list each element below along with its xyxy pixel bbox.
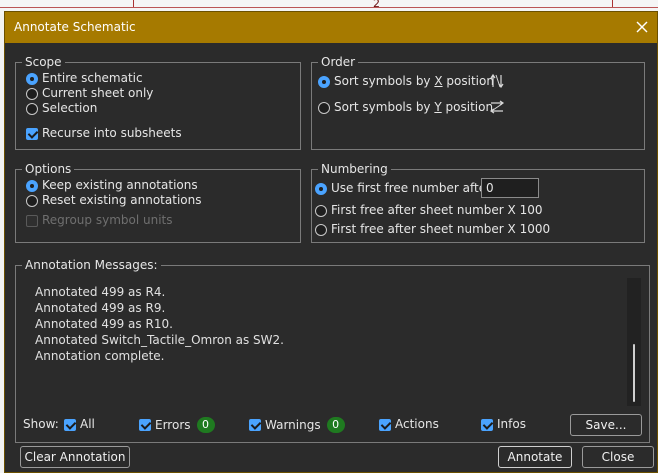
radio-indicator bbox=[26, 194, 38, 207]
radio-indicator bbox=[315, 223, 327, 236]
regroup-symbol-units-checkbox: Regroup symbol units bbox=[26, 213, 173, 228]
checkbox-label: All bbox=[80, 417, 95, 431]
sort-by-x-radio[interactable]: Sort symbols by X position bbox=[318, 74, 494, 89]
show-actions-checkbox[interactable]: Actions bbox=[379, 417, 439, 432]
messages-list: Annotated 499 as R4. Annotated 499 as R9… bbox=[35, 284, 627, 404]
show-label: Show: bbox=[23, 417, 59, 431]
radio-label: Entire schematic bbox=[42, 71, 143, 85]
show-errors-checkbox[interactable]: Errors 0 bbox=[139, 417, 215, 433]
reset-existing-annotations-radio[interactable]: Reset existing annotations bbox=[26, 193, 201, 208]
radio-indicator bbox=[26, 179, 38, 192]
warnings-count-badge: 0 bbox=[326, 417, 345, 433]
radio-label: Keep existing annotations bbox=[42, 178, 198, 192]
radio-indicator bbox=[318, 75, 330, 88]
checkbox-indicator bbox=[26, 214, 38, 227]
scope-entire-schematic-radio[interactable]: Entire schematic bbox=[26, 71, 143, 86]
radio-label: Sort symbols by X position bbox=[334, 74, 494, 88]
scrollbar-thumb[interactable] bbox=[633, 344, 635, 402]
radio-label: Sort symbols by Y position bbox=[334, 100, 494, 114]
scope-selection-radio[interactable]: Selection bbox=[26, 101, 97, 116]
errors-count-badge: 0 bbox=[196, 417, 215, 433]
first-free-x1000-radio[interactable]: First free after sheet number X 1000 bbox=[315, 222, 550, 237]
radio-indicator bbox=[26, 102, 38, 115]
save-messages-button[interactable]: Save... bbox=[570, 414, 642, 436]
show-warnings-checkbox[interactable]: Warnings 0 bbox=[249, 417, 345, 433]
use-first-free-number-radio[interactable]: Use first free number after: bbox=[315, 181, 495, 196]
order-legend: Order bbox=[318, 55, 359, 69]
radio-label: Use first free number after: bbox=[331, 181, 495, 195]
radio-label: Reset existing annotations bbox=[42, 193, 202, 207]
close-window-button[interactable] bbox=[629, 14, 655, 40]
checkbox-indicator bbox=[139, 419, 151, 431]
dialog-title: Annotate Schematic bbox=[14, 20, 136, 34]
checkbox-label: Errors bbox=[155, 417, 191, 432]
sort-by-y-icon bbox=[489, 99, 505, 118]
first-free-x100-radio[interactable]: First free after sheet number X 100 bbox=[315, 203, 542, 218]
annotation-messages-panel: Annotation Messages: Annotated 499 as R4… bbox=[15, 258, 650, 443]
title-bar: Annotate Schematic bbox=[5, 12, 657, 43]
message-line: Annotated 499 as R9. bbox=[35, 301, 166, 315]
show-infos-checkbox[interactable]: Infos bbox=[481, 417, 526, 432]
sort-by-x-icon bbox=[489, 73, 505, 92]
first-free-number-input[interactable] bbox=[481, 178, 539, 198]
checkbox-indicator bbox=[481, 418, 493, 431]
sort-by-y-radio[interactable]: Sort symbols by Y position bbox=[318, 100, 493, 115]
checkbox-indicator bbox=[64, 418, 76, 431]
clear-annotation-button[interactable]: Clear Annotation bbox=[20, 446, 130, 468]
message-line: Annotated 499 as R10. bbox=[35, 317, 173, 331]
checkbox-label: Warnings bbox=[265, 417, 321, 432]
messages-scrollbar[interactable] bbox=[627, 278, 641, 406]
checkbox-label: Infos bbox=[497, 417, 526, 431]
annotate-button[interactable]: Annotate bbox=[498, 446, 572, 468]
schematic-border-line bbox=[0, 7, 658, 8]
message-line: Annotation complete. bbox=[35, 349, 165, 363]
keep-existing-annotations-radio[interactable]: Keep existing annotations bbox=[26, 178, 198, 193]
radio-indicator bbox=[315, 204, 327, 217]
message-line: Annotated Switch_Tactile_Omron as SW2. bbox=[35, 333, 284, 347]
checkbox-label: Regroup symbol units bbox=[42, 213, 173, 227]
checkbox-indicator bbox=[249, 419, 261, 431]
numbering-legend: Numbering bbox=[318, 162, 391, 176]
annotate-schematic-dialog: Annotate Schematic Scope Entire schemati… bbox=[4, 11, 658, 473]
checkbox-label: Recurse into subsheets bbox=[42, 126, 182, 140]
radio-indicator bbox=[26, 72, 38, 85]
scope-current-sheet-radio[interactable]: Current sheet only bbox=[26, 86, 153, 101]
options-legend: Options bbox=[22, 162, 75, 176]
scope-legend: Scope bbox=[22, 55, 65, 69]
close-icon bbox=[636, 21, 648, 33]
recurse-subsheets-checkbox[interactable]: Recurse into subsheets bbox=[26, 126, 182, 141]
radio-indicator bbox=[26, 87, 38, 100]
radio-indicator bbox=[315, 182, 327, 195]
radio-label: Selection bbox=[42, 101, 98, 115]
show-all-checkbox[interactable]: All bbox=[64, 417, 95, 432]
checkbox-indicator bbox=[379, 418, 391, 431]
checkbox-label: Actions bbox=[395, 417, 439, 431]
schematic-zone-number: 2 bbox=[373, 0, 380, 10]
radio-label: First free after sheet number X 100 bbox=[331, 203, 543, 217]
checkbox-indicator bbox=[26, 127, 38, 140]
radio-label: First free after sheet number X 1000 bbox=[331, 222, 551, 236]
messages-legend: Annotation Messages: bbox=[22, 258, 161, 272]
message-line: Annotated 499 as R4. bbox=[35, 285, 166, 299]
radio-indicator bbox=[318, 101, 330, 114]
radio-label: Current sheet only bbox=[42, 86, 154, 100]
close-button[interactable]: Close bbox=[582, 446, 654, 468]
